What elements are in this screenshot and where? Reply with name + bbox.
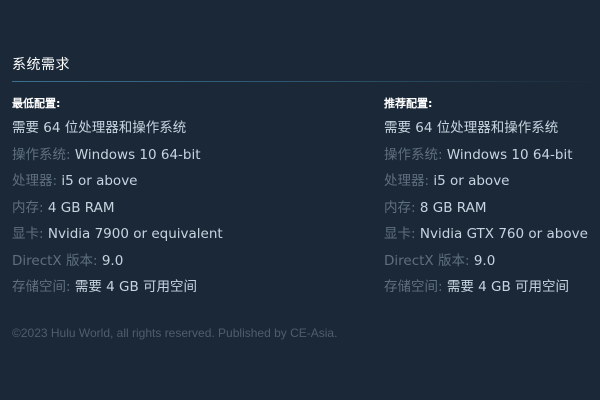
minimum-os-label: 操作系统:	[12, 146, 71, 163]
recommended-memory-value: 8 GB RAM	[419, 199, 487, 216]
minimum-graphics-row: 显卡: Nvidia 7900 or equivalent	[12, 225, 372, 252]
recommended-64bit-requirement: 需要 64 位处理器和操作系统	[384, 120, 559, 136]
minimum-requirements-column: 最低配置: 需要 64 位处理器和操作系统 操作系统: Windows 10 6…	[12, 96, 372, 305]
recommended-requirements-column: 推荐配置: 需要 64 位处理器和操作系统 操作系统: Windows 10 6…	[384, 96, 600, 305]
minimum-storage-row: 存储空间: 需要 4 GB 可用空间	[12, 278, 372, 305]
recommended-directx-row: DirectX 版本: 9.0	[384, 252, 600, 279]
recommended-graphics-value: Nvidia GTX 760 or above	[419, 226, 588, 242]
minimum-processor-value: i5 or above	[61, 173, 138, 189]
recommended-processor-value: i5 or above	[433, 173, 510, 189]
copyright-footer: ©2023 Hulu World, all rights reserved. P…	[12, 326, 338, 340]
minimum-title: 最低配置:	[12, 97, 61, 110]
minimum-processor-row: 处理器: i5 or above	[12, 172, 372, 199]
section-title: 系统需求	[12, 57, 70, 73]
recommended-storage-row: 存储空间: 需要 4 GB 可用空间	[384, 278, 600, 305]
minimum-processor-label: 处理器:	[12, 173, 58, 189]
recommended-directx-value: 9.0	[473, 252, 496, 269]
recommended-os-value: Windows 10 64-bit	[446, 146, 573, 163]
minimum-directx-row: DirectX 版本: 9.0	[12, 252, 372, 279]
recommended-storage-label: 存储空间:	[384, 279, 443, 295]
recommended-os-row: 操作系统: Windows 10 64-bit	[384, 146, 600, 173]
minimum-directx-label: DirectX 版本:	[12, 252, 98, 269]
recommended-title: 推荐配置:	[384, 97, 433, 110]
recommended-os-label: 操作系统:	[384, 146, 443, 163]
recommended-memory-row: 内存: 8 GB RAM	[384, 199, 600, 226]
recommended-graphics-label: 显卡:	[384, 226, 416, 242]
minimum-memory-label: 内存:	[12, 199, 44, 216]
minimum-memory-value: 4 GB RAM	[47, 199, 115, 216]
recommended-processor-label: 处理器:	[384, 173, 430, 189]
minimum-directx-value: 9.0	[101, 252, 124, 269]
minimum-memory-row: 内存: 4 GB RAM	[12, 199, 372, 226]
minimum-64bit-requirement: 需要 64 位处理器和操作系统	[12, 120, 187, 136]
minimum-graphics-value: Nvidia 7900 or equivalent	[47, 226, 223, 242]
recommended-storage-value: 需要 4 GB 可用空间	[446, 279, 570, 295]
minimum-storage-value: 需要 4 GB 可用空间	[74, 279, 198, 295]
minimum-os-row: 操作系统: Windows 10 64-bit	[12, 146, 372, 173]
recommended-memory-label: 内存:	[384, 199, 416, 216]
minimum-os-value: Windows 10 64-bit	[74, 146, 201, 163]
minimum-graphics-label: 显卡:	[12, 226, 44, 242]
recommended-directx-label: DirectX 版本:	[384, 252, 470, 269]
recommended-graphics-row: 显卡: Nvidia GTX 760 or above	[384, 225, 600, 252]
system-requirements-header: 系统需求	[12, 55, 600, 82]
minimum-storage-label: 存储空间:	[12, 279, 71, 295]
recommended-processor-row: 处理器: i5 or above	[384, 172, 600, 199]
